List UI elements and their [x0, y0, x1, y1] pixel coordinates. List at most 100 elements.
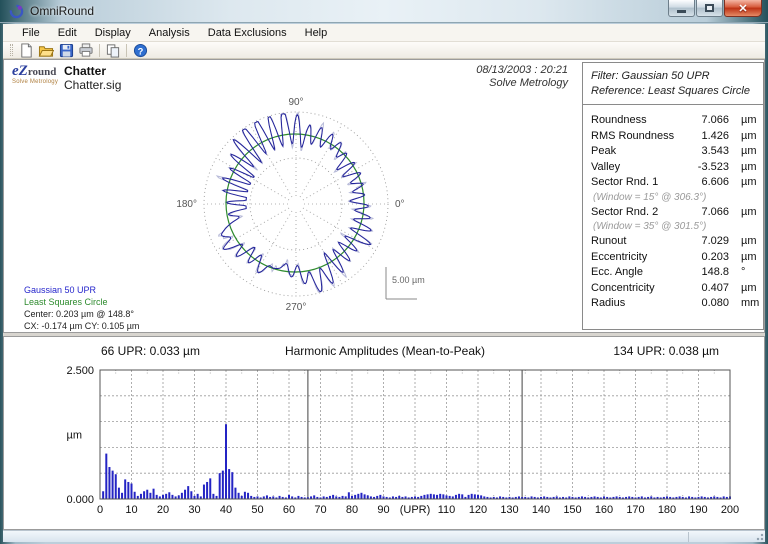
result-value: 0.203: [701, 250, 729, 263]
minimize-button[interactable]: [668, 0, 695, 17]
svg-text:200: 200: [721, 504, 739, 516]
svg-text:?: ?: [137, 46, 143, 56]
result-value: 7.066: [701, 205, 729, 218]
result-row-concentricity: Concentricity 0.407 µm: [591, 281, 757, 297]
help-button[interactable]: ?: [130, 42, 150, 58]
status-bar: [3, 530, 765, 542]
result-label: Sector Rnd. 2: [591, 205, 659, 218]
result-label: Peak: [591, 145, 617, 157]
result-value: 0.080: [701, 297, 729, 309]
legend-reference: Least Squares Circle: [24, 297, 108, 307]
result-label: Concentricity: [591, 281, 655, 294]
minimize-icon: [677, 9, 686, 13]
maximize-icon: [705, 4, 714, 12]
result-label: RMS Roundness: [591, 129, 675, 142]
result-unit: µm: [741, 205, 757, 218]
svg-text:270°: 270°: [286, 302, 307, 313]
toolbar-separator: [99, 43, 100, 57]
result-label: Ecc. Angle: [591, 266, 643, 278]
print-button[interactable]: [76, 42, 96, 58]
svg-text:170: 170: [626, 504, 644, 516]
result-value: 1.426: [701, 129, 729, 142]
svg-text:180°: 180°: [176, 199, 197, 210]
result-unit: µm: [741, 176, 757, 188]
svg-text:190: 190: [689, 504, 707, 516]
result-value: 7.066: [701, 114, 729, 126]
result-label: Roundness: [591, 114, 647, 126]
svg-text:0: 0: [97, 504, 103, 516]
result-unit: µm: [741, 145, 757, 157]
svg-text:10: 10: [125, 504, 137, 516]
help-icon: ?: [133, 43, 147, 57]
result-unit: µm: [741, 281, 757, 294]
svg-text:50: 50: [251, 504, 263, 516]
svg-text:0.000: 0.000: [66, 494, 94, 506]
new-button[interactable]: [16, 42, 36, 58]
result-row-sector-rnd-1: Sector Rnd. 1 6.606 µm: [591, 175, 757, 191]
window-controls: ✕: [667, 0, 762, 17]
result-row-radius: Radius 0.080 mm: [591, 296, 760, 312]
svg-text:150: 150: [563, 504, 581, 516]
svg-text:µm: µm: [66, 430, 82, 442]
open-button[interactable]: [36, 42, 56, 58]
svg-text:160: 160: [595, 504, 613, 516]
results-panel: Filter: Gaussian 50 UPR Reference: Least…: [582, 62, 764, 330]
toolbar-grip[interactable]: [10, 44, 13, 56]
legend-filter: Gaussian 50 UPR: [24, 285, 97, 295]
svg-text:80: 80: [346, 504, 358, 516]
result-value: 148.8: [701, 266, 729, 278]
copy-icon: [106, 43, 120, 58]
result-window-note: (Window = 35° @ 301.5°): [593, 221, 707, 232]
result-value: 0.407: [701, 281, 729, 294]
menu-item-help[interactable]: Help: [296, 25, 337, 41]
svg-text:180: 180: [658, 504, 676, 516]
app-window: OmniRound ✕ File Edit Display Analysis Data …: [0, 0, 768, 544]
svg-text:2.500: 2.500: [66, 365, 94, 377]
result-unit: mm: [741, 297, 760, 309]
svg-text:130: 130: [500, 504, 518, 516]
menu-item-data-exclusions[interactable]: Data Exclusions: [199, 25, 296, 41]
svg-text:40: 40: [220, 504, 232, 516]
svg-text:90°: 90°: [288, 97, 303, 108]
svg-text:70: 70: [314, 504, 326, 516]
menu-item-edit[interactable]: Edit: [49, 25, 86, 41]
result-label: Eccentricity: [591, 250, 648, 263]
copy-button[interactable]: [103, 42, 123, 58]
resize-grip[interactable]: [754, 531, 764, 541]
svg-text:110: 110: [438, 504, 456, 516]
results-header: Filter: Gaussian 50 UPR Reference: Least…: [583, 63, 763, 105]
result-unit: °: [741, 266, 746, 278]
legend-center: Center: 0.203 µm @ 148.8°: [24, 309, 134, 319]
client-area: eZround Solve Metrology Chatter Chatter.…: [3, 59, 765, 530]
save-button[interactable]: [56, 42, 76, 58]
maximize-button[interactable]: [696, 0, 723, 17]
open-icon: [38, 45, 54, 57]
reference-line: Reference: Least Squares Circle: [591, 85, 750, 97]
result-unit: µm: [741, 250, 757, 263]
menu-item-analysis[interactable]: Analysis: [140, 25, 199, 41]
result-row-roundness: Roundness 7.066 µm: [591, 113, 757, 129]
result-row-peak: Peak 3.543 µm: [591, 144, 757, 160]
result-label: Runout: [591, 235, 627, 247]
result-unit: µm: [741, 129, 757, 142]
menu-item-display[interactable]: Display: [86, 25, 140, 41]
result-row-ecc-angle: Ecc. Angle 148.8 °: [591, 265, 755, 281]
window-title: OmniRound: [30, 4, 95, 18]
toolbar: ?: [3, 42, 765, 59]
result-value: -3.523: [697, 160, 729, 173]
title-bar[interactable]: OmniRound ✕: [0, 0, 768, 23]
close-button[interactable]: ✕: [724, 0, 762, 17]
result-unit: µm: [741, 160, 757, 173]
result-row-eccentricity: Eccentricity 0.203 µm: [591, 250, 757, 266]
roundness-view: eZround Solve Metrology Chatter Chatter.…: [3, 59, 765, 333]
polar-scale-label: 5.00 µm: [392, 275, 425, 285]
menu-item-file[interactable]: File: [13, 25, 49, 41]
svg-text:120: 120: [469, 504, 487, 516]
save-icon: [59, 43, 73, 57]
new-icon: [20, 42, 32, 58]
result-label: Valley: [591, 160, 621, 173]
result-label: Sector Rnd. 1: [591, 176, 659, 188]
polar-legend: Gaussian 50 UPR Least Squares Circle Cen…: [24, 284, 139, 332]
legend-cxcy: CX: -0.174 µm CY: 0.105 µm: [24, 321, 140, 331]
toolbar-separator: [126, 43, 127, 57]
